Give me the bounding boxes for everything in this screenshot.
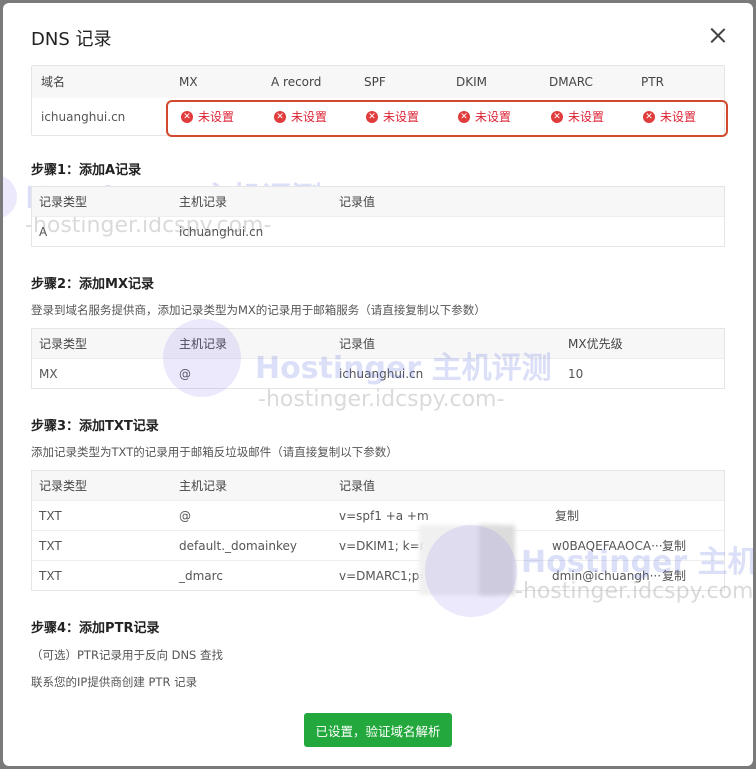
record-value: ichuanghui.cn	[339, 367, 424, 381]
dialog-title: DNS 记录	[31, 29, 112, 50]
watermark-logo	[3, 175, 17, 219]
record-type: TXT	[39, 539, 62, 553]
host-record: _dmarc	[179, 569, 223, 583]
col-host: 主机记录	[179, 195, 228, 209]
redaction-block	[479, 525, 515, 595]
col-host: 主机记录	[179, 479, 228, 493]
copy-button[interactable]: 复制	[555, 501, 579, 531]
col-type: 记录类型	[39, 195, 88, 209]
step2-title: 步骤2：添加MX记录	[31, 277, 155, 292]
record-value-tail: w0BAQEFAAOCA···	[552, 539, 663, 553]
copy-button[interactable]: 复制	[662, 531, 686, 561]
col-value: 记录值	[339, 479, 376, 493]
step4-optional-note: （可选）PTR记录用于反向 DNS 查找	[31, 648, 224, 662]
col-type: 记录类型	[39, 479, 88, 493]
table-header: 记录类型 主机记录 记录值	[32, 471, 724, 501]
record-type: TXT	[39, 509, 62, 523]
mx-priority: 10	[568, 367, 584, 381]
header-spf: SPF	[364, 75, 386, 89]
table-row: TXT _dmarc v=DMARC1;p= dmin@ichuangh··· …	[32, 561, 724, 591]
header-a-record: A record	[271, 75, 322, 89]
header-mx: MX	[179, 75, 198, 89]
col-priority: MX优先级	[568, 337, 623, 351]
record-value: v=spf1 +a +m	[339, 509, 429, 523]
step2-desc: 登录到域名服务提供商，添加记录类型为MX的记录用于邮箱服务（请直接复制以下参数）	[31, 303, 486, 317]
record-value: v=DMARC1;p=	[339, 569, 430, 583]
table-row: A ichuanghui.cn	[32, 217, 724, 247]
col-type: 记录类型	[39, 337, 88, 351]
step2-table: 记录类型 主机记录 记录值 MX优先级 MX @ ichuanghui.cn 1…	[31, 328, 725, 389]
table-row: MX @ ichuanghui.cn 10	[32, 359, 724, 389]
record-value: v=DKIM1; k=r	[339, 539, 425, 553]
col-value: 记录值	[339, 337, 376, 351]
copy-button[interactable]: 复制	[662, 561, 686, 591]
record-type: TXT	[39, 569, 62, 583]
step3-table: 记录类型 主机记录 记录值 TXT @ v=spf1 +a +m 复制 TXT …	[31, 470, 725, 591]
dns-status-table: 域名 MX A record SPF DKIM DMARC PTR ichuan…	[31, 65, 728, 137]
host-record: @	[179, 509, 191, 523]
step4-title: 步骤4：添加PTR记录	[31, 621, 160, 636]
record-value-tail: dmin@ichuangh···	[552, 569, 662, 583]
col-value: 记录值	[339, 195, 376, 209]
table-row: TXT default._domainkey v=DKIM1; k=r w0BA…	[32, 531, 724, 561]
step1-table: 记录类型 主机记录 记录值 A ichuanghui.cn	[31, 186, 725, 247]
verify-domain-button[interactable]: 已设置，验证域名解析	[304, 713, 452, 747]
table-row: TXT @ v=spf1 +a +m 复制	[32, 501, 724, 531]
record-type: MX	[39, 367, 58, 381]
domain-name: ichuanghui.cn	[41, 110, 126, 124]
step1-title: 步骤1：添加A记录	[31, 163, 142, 178]
header-domain: 域名	[41, 75, 66, 89]
header-ptr: PTR	[641, 75, 664, 89]
step3-desc: 添加记录类型为TXT的记录用于邮箱反垃圾邮件（请直接复制以下参数）	[31, 445, 398, 459]
status-header: 域名 MX A record SPF DKIM DMARC PTR	[32, 66, 724, 98]
close-icon[interactable]	[707, 25, 729, 47]
watermark-url: -hostinger.idcspy.com-	[258, 387, 505, 412]
dns-records-dialog: DNS 记录 域名 MX A record SPF DKIM DMARC PTR…	[3, 3, 753, 766]
host-record: ichuanghui.cn	[179, 225, 264, 239]
step3-title: 步骤3：添加TXT记录	[31, 419, 159, 434]
table-header: 记录类型 主机记录 记录值	[32, 187, 724, 217]
highlight-frame	[166, 100, 728, 137]
step4-contact-note: 联系您的IP提供商创建 PTR 记录	[31, 675, 198, 689]
col-host: 主机记录	[179, 337, 228, 351]
header-dkim: DKIM	[456, 75, 488, 89]
header-dmarc: DMARC	[549, 75, 593, 89]
record-type: A	[39, 225, 48, 239]
table-header: 记录类型 主机记录 记录值 MX优先级	[32, 329, 724, 359]
host-record: default._domainkey	[179, 539, 297, 553]
host-record: @	[179, 367, 191, 381]
